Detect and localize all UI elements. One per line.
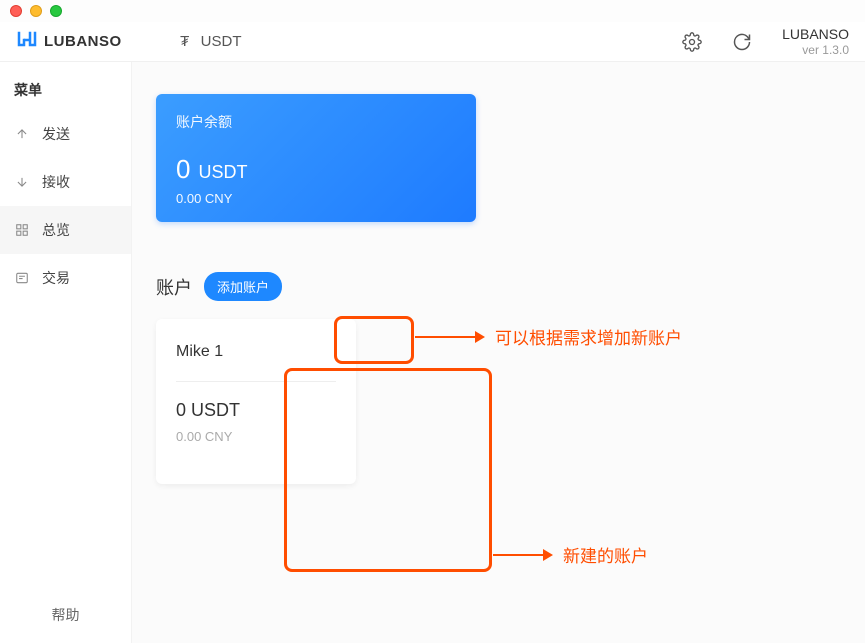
refresh-button[interactable] (732, 32, 752, 52)
settings-button[interactable] (682, 32, 702, 52)
sidebar: 菜单 发送 接收 总览 交易 帮助 (0, 62, 132, 643)
sidebar-item-transactions[interactable]: 交易 (0, 254, 131, 302)
sidebar-item-label: 发送 (42, 124, 70, 144)
maximize-window-button[interactable] (50, 5, 62, 17)
app-logo: LUBANSO (16, 30, 122, 53)
sidebar-item-overview[interactable]: 总览 (0, 206, 131, 254)
main-content: 账户余额 0 USDT 0.00 CNY 账户 添加账户 Mike 1 0 US… (132, 62, 865, 643)
sidebar-item-send[interactable]: 发送 (0, 110, 131, 158)
close-window-button[interactable] (10, 5, 22, 17)
help-link[interactable]: 帮助 (14, 605, 117, 625)
balance-amount: 0 USDT (176, 154, 456, 185)
minimize-window-button[interactable] (30, 5, 42, 17)
divider (176, 381, 336, 382)
sidebar-item-receive[interactable]: 接收 (0, 158, 131, 206)
balance-unit: USDT (198, 162, 247, 183)
window-titlebar (0, 0, 865, 22)
send-icon (14, 126, 30, 142)
currency-selector[interactable]: ₮ USDT (177, 33, 242, 50)
account-name: Mike 1 (176, 343, 336, 361)
sidebar-item-label: 接收 (42, 172, 70, 192)
version-number: ver 1.3.0 (782, 43, 849, 57)
menu-heading: 菜单 (0, 76, 131, 110)
sidebar-item-label: 交易 (42, 268, 70, 288)
sidebar-item-label: 总览 (42, 220, 70, 240)
account-card[interactable]: Mike 1 0 USDT 0.00 CNY (156, 319, 356, 484)
balance-title: 账户余额 (176, 112, 456, 132)
app-name: LUBANSO (44, 33, 122, 50)
overview-icon (14, 222, 30, 238)
tether-icon: ₮ (177, 34, 193, 50)
transactions-icon (14, 270, 30, 286)
version-app-name: LUBANSO (782, 26, 849, 43)
account-balance: 0 USDT (176, 400, 336, 421)
receive-icon (14, 174, 30, 190)
balance-fiat: 0.00 CNY (176, 191, 456, 206)
account-fiat: 0.00 CNY (176, 429, 336, 444)
annotation-text-account: 新建的账户 (563, 542, 648, 567)
balance-card: 账户余额 0 USDT 0.00 CNY (156, 94, 476, 222)
balance-value: 0 (176, 154, 190, 185)
add-account-button[interactable]: 添加账户 (204, 272, 282, 301)
accounts-heading: 账户 (156, 274, 192, 300)
annotation-arrow-account: 新建的账户 (493, 542, 648, 567)
logo-icon (16, 30, 38, 53)
currency-label: USDT (201, 33, 242, 50)
topbar: LUBANSO ₮ USDT LUBANSO ver 1.3.0 (0, 22, 865, 62)
version-info: LUBANSO ver 1.3.0 (782, 26, 849, 57)
